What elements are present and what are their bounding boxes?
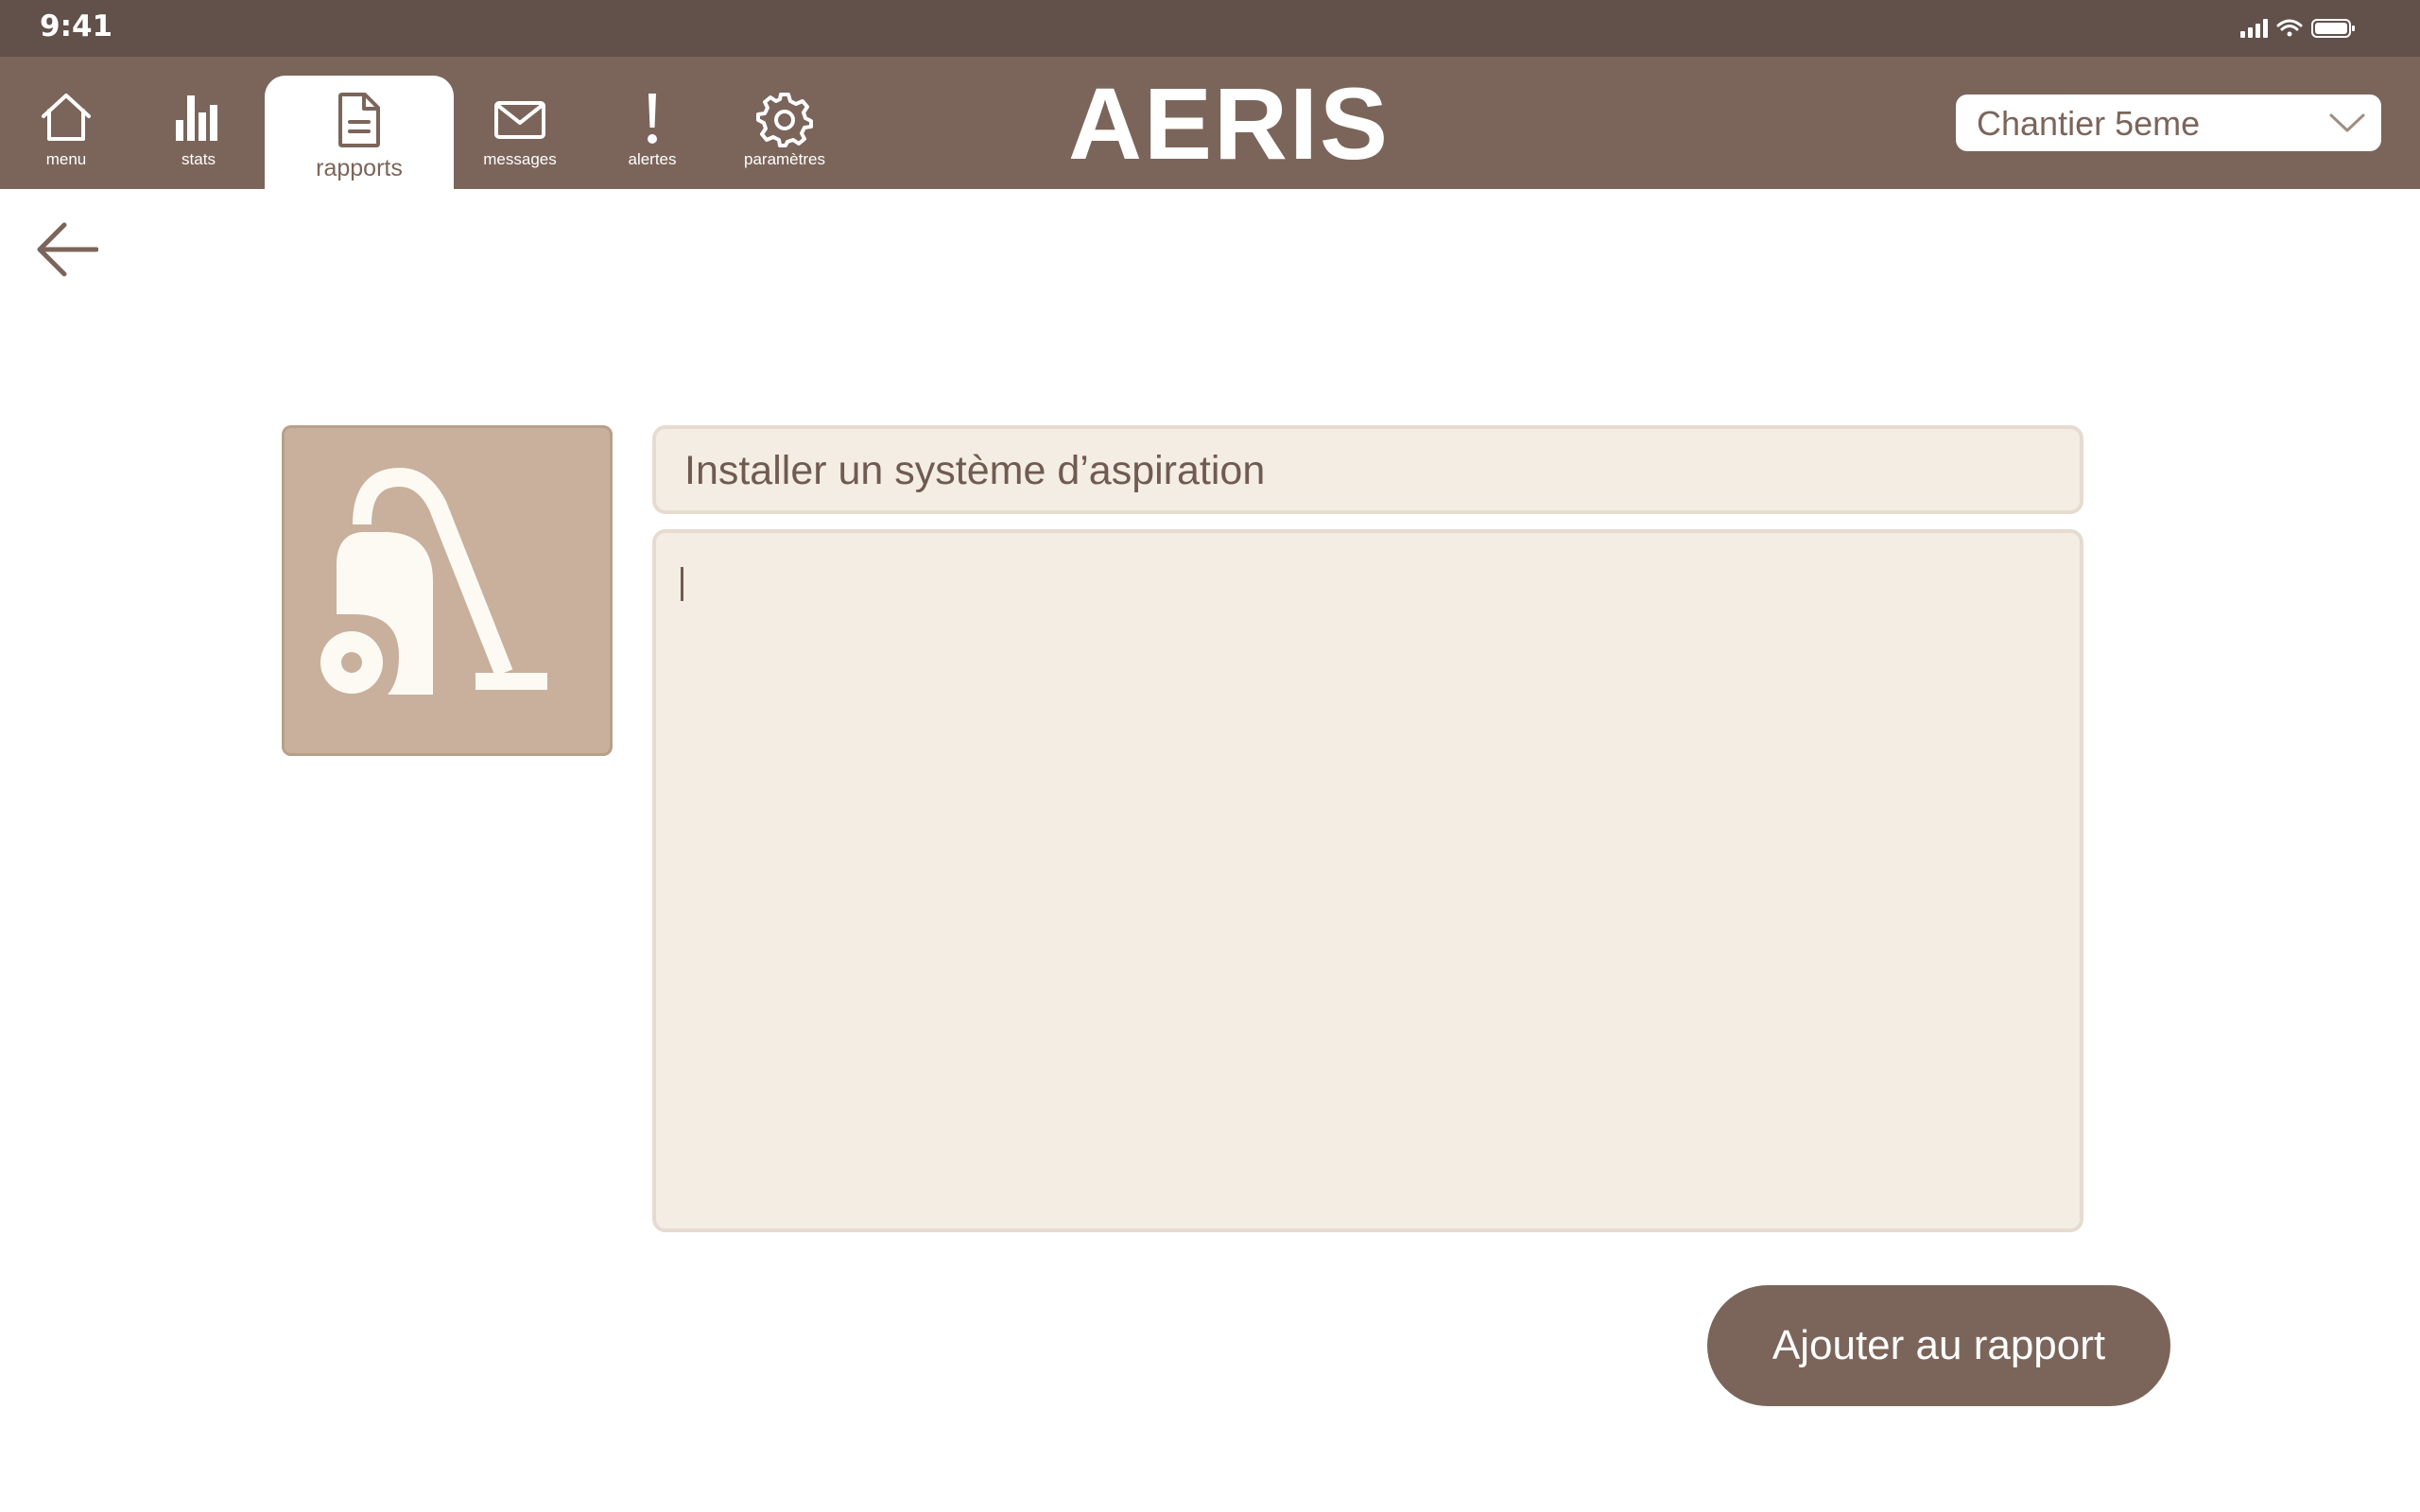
site-select-dropdown[interactable]: Chantier 5eme xyxy=(1956,94,2381,151)
document-icon xyxy=(338,93,380,147)
nav-item-alertes[interactable]: alertes xyxy=(586,57,718,189)
wifi-icon xyxy=(2276,19,2303,37)
exclamation-icon xyxy=(648,94,657,144)
nav-item-messages[interactable]: messages xyxy=(454,57,586,189)
nav-item-rapports[interactable]: rapports xyxy=(265,76,454,189)
nav-item-menu[interactable]: menu xyxy=(0,57,132,189)
top-nav-bar: menu stats rapports messages alertes par… xyxy=(0,57,2420,189)
gear-icon xyxy=(756,93,813,147)
signal-icon xyxy=(2240,19,2268,38)
envelope-icon xyxy=(494,101,545,139)
chevron-down-icon xyxy=(2329,113,2365,132)
add-to-report-button[interactable]: Ajouter au rapport xyxy=(1707,1285,2170,1406)
nav-item-label: paramètres xyxy=(744,150,825,168)
task-description-field[interactable] xyxy=(652,529,2083,1232)
brand-logo: AERIS xyxy=(1068,66,1391,180)
status-bar: 9:41 xyxy=(0,0,2420,57)
status-time: 9:41 xyxy=(40,9,113,43)
task-icon-tile xyxy=(282,425,613,756)
battery-icon xyxy=(2311,19,2355,38)
task-title-field[interactable]: Installer un système d’aspiration xyxy=(652,425,2083,514)
status-icons xyxy=(2240,17,2363,40)
arrow-left-icon xyxy=(37,222,99,277)
text-caret xyxy=(681,567,683,601)
home-icon xyxy=(42,94,91,141)
task-title-value: Installer un système d’aspiration xyxy=(684,448,1266,493)
vacuum-cleaner-icon xyxy=(320,468,547,695)
site-select-value: Chantier 5eme xyxy=(1977,104,2201,143)
bar-chart-icon xyxy=(176,95,217,141)
back-button[interactable] xyxy=(36,219,99,282)
nav-item-parametres[interactable]: paramètres xyxy=(718,57,851,189)
